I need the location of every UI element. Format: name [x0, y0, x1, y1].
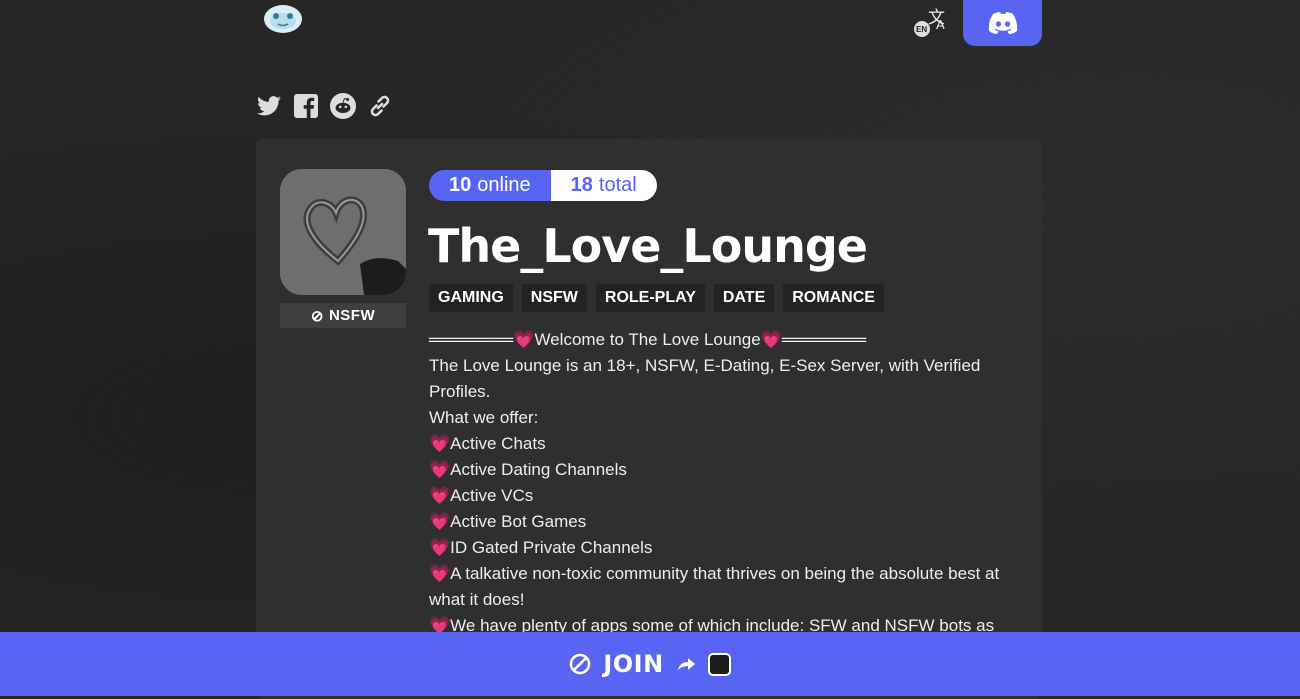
- server-title: The_Love_Lounge: [428, 219, 868, 273]
- tag-gaming[interactable]: GAMING: [429, 284, 513, 312]
- site-logo-icon[interactable]: [262, 2, 304, 36]
- description-line: The Love Lounge is an 18+, NSFW, E-Datin…: [429, 356, 981, 401]
- description-line: 💗Active Dating Channels: [429, 460, 627, 479]
- tag-list: GAMING NSFW ROLE-PLAY DATE ROMANCE: [429, 284, 884, 312]
- reddit-icon[interactable]: [330, 93, 356, 119]
- twitter-icon[interactable]: [256, 93, 282, 119]
- join-label: JOIN: [603, 650, 664, 678]
- tag-role-play[interactable]: ROLE-PLAY: [595, 284, 705, 312]
- description-line: What we offer:: [429, 408, 539, 427]
- nsfw-badge-label: NSFW: [328, 307, 376, 324]
- tag-nsfw[interactable]: NSFW: [521, 284, 587, 312]
- svg-text:A: A: [936, 17, 945, 32]
- tag-date[interactable]: DATE: [713, 284, 775, 312]
- online-number: 10: [449, 174, 472, 196]
- share-links: [256, 93, 393, 119]
- server-description: ═══════💗Welcome to The Love Lounge💗═════…: [429, 327, 1029, 639]
- total-label: total: [598, 174, 637, 196]
- nsfw-badge: ⊘ NSFW: [280, 303, 406, 328]
- member-counts: 10 online 18 total: [429, 170, 657, 201]
- description-line: 💗A talkative non-toxic community that th…: [429, 564, 1000, 609]
- discord-login-button[interactable]: [963, 0, 1042, 46]
- description-line: 💗Active Chats: [429, 434, 546, 453]
- language-button[interactable]: 文 A EN: [910, 6, 950, 38]
- external-arrow-icon: [677, 658, 695, 670]
- total-number: 18: [570, 174, 593, 196]
- description-line: 💗ID Gated Private Channels: [429, 538, 653, 557]
- server-card: ⊘ NSFW 10 online 18 total The_Love_Loung…: [256, 139, 1042, 699]
- description-line: 💗Active Bot Games: [429, 512, 587, 531]
- description-line: 💗Active VCs: [429, 486, 534, 505]
- facebook-icon[interactable]: [293, 93, 319, 119]
- online-count: 10 online: [429, 170, 551, 201]
- tag-romance[interactable]: ROMANCE: [783, 284, 884, 312]
- description-line: ═══════💗Welcome to The Love Lounge💗═════…: [429, 330, 867, 349]
- nsfw-icon: [570, 653, 591, 675]
- total-count: 18 total: [550, 170, 657, 201]
- online-label: online: [477, 174, 531, 196]
- server-avatar: [280, 169, 406, 295]
- nsfw-icon: ⊘: [310, 307, 324, 325]
- join-box-icon: [707, 652, 731, 676]
- link-icon[interactable]: [367, 93, 393, 119]
- join-button[interactable]: JOIN: [0, 632, 1300, 696]
- discord-icon: [988, 12, 1017, 34]
- language-code: EN: [916, 25, 928, 34]
